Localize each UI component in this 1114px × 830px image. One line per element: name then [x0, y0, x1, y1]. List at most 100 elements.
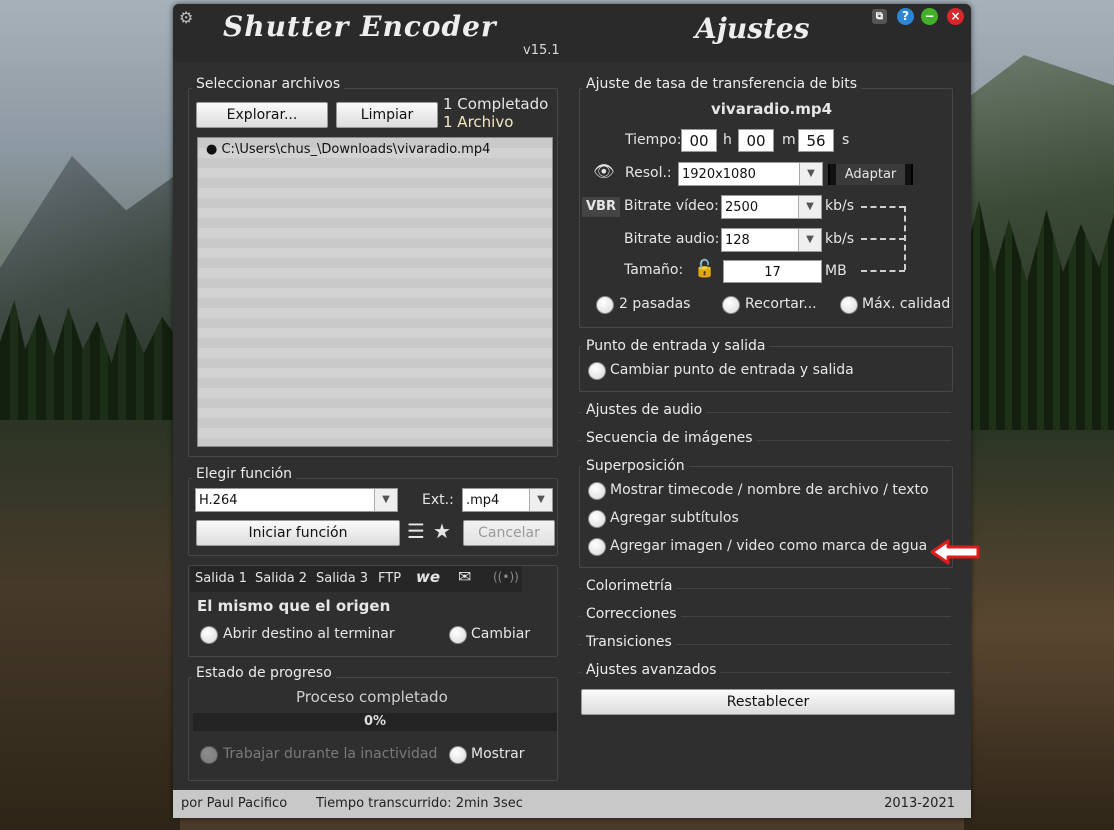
browse-button[interactable]: Explorar... — [196, 102, 328, 128]
resolution-label: Resol.: — [625, 165, 672, 181]
progress-bar: 0% — [193, 713, 557, 731]
resolution-select[interactable]: 1920x1080 ▼ — [678, 162, 823, 186]
ext-select[interactable]: .mp4 ▼ — [462, 488, 553, 512]
progress-percent: 0% — [363, 714, 387, 729]
inout-section-title: Punto de entrada y salida — [582, 338, 770, 354]
minutes-unit: m — [782, 132, 796, 148]
adapt-button-frame: Adaptar — [828, 164, 913, 185]
window-icon[interactable]: ⧉ — [872, 9, 887, 24]
clear-button[interactable]: Limpiar — [336, 102, 438, 128]
overlay-timecode-radio[interactable] — [588, 482, 606, 500]
close-icon[interactable]: × — [947, 8, 964, 25]
change-destination-radio[interactable] — [449, 626, 467, 644]
ext-label: Ext.: — [422, 492, 454, 508]
ext-selected: .mp4 — [466, 493, 500, 508]
function-selected: H.264 — [199, 493, 238, 508]
list-item[interactable]: ● C:\Users\chus_\Downloads\vivaradio.mp4 — [206, 142, 490, 157]
unlock-icon[interactable]: 🔓 — [694, 259, 715, 279]
progress-status: Proceso completado — [296, 688, 448, 706]
tab-ftp[interactable]: FTP — [378, 571, 401, 586]
elapsed-time: Tiempo transcurrido: 2min 3sec — [316, 796, 523, 811]
adapt-button[interactable]: Adaptar — [836, 164, 905, 185]
time-label: Tiempo: — [625, 132, 682, 148]
bitrate-section-title: Ajuste de tasa de transferencia de bits — [582, 76, 862, 92]
show-label: Mostrar — [471, 746, 525, 762]
open-on-finish-radio[interactable] — [200, 626, 218, 644]
stream-icon[interactable]: ((•)) — [493, 570, 519, 584]
arrow-left-icon — [930, 539, 980, 565]
overlay-watermark-radio[interactable] — [588, 538, 606, 556]
files-section-title: Seleccionar archivos — [192, 76, 345, 92]
tab-output-1[interactable]: Salida 1 — [195, 571, 247, 586]
link-dash-vertical — [904, 206, 906, 270]
seconds-unit: s — [842, 132, 850, 148]
minutes-field[interactable]: 00 — [738, 129, 774, 152]
advanced-section-title[interactable]: Ajustes avanzados — [582, 662, 721, 678]
colorimetry-section-title[interactable]: Colorimetría — [582, 578, 677, 594]
two-pass-radio[interactable] — [596, 296, 614, 314]
size-label: Tamaño: — [624, 262, 684, 278]
resolution-selected: 1920x1080 — [682, 167, 756, 182]
image-sequence-section-title[interactable]: Secuencia de imágenes — [582, 430, 757, 446]
menu-icon[interactable]: ☰ — [407, 519, 425, 543]
title-bar[interactable]: ⚙ Shutter Encoder v15.1 Ajustes ⧉ ? − × — [173, 4, 971, 62]
file-list[interactable]: ● C:\Users\chus_\Downloads\vivaradio.mp4 — [197, 137, 553, 447]
function-section-title: Elegir función — [192, 466, 297, 482]
chevron-down-icon[interactable]: ▼ — [529, 489, 552, 511]
cancel-button[interactable]: Cancelar — [463, 520, 555, 546]
corrections-section-title[interactable]: Correcciones — [582, 606, 681, 622]
inout-label: Cambiar punto de entrada y salida — [610, 362, 854, 378]
tab-output-2[interactable]: Salida 2 — [255, 571, 307, 586]
transitions-section-title[interactable]: Transiciones — [582, 634, 676, 650]
wetransfer-icon[interactable]: we — [416, 568, 440, 586]
vbr-toggle[interactable]: VBR — [582, 197, 620, 217]
destination-text: El mismo que el origen — [197, 597, 391, 615]
chevron-down-icon[interactable]: ▼ — [798, 229, 821, 251]
chevron-down-icon[interactable]: ▼ — [374, 489, 397, 511]
star-icon[interactable]: ★ — [433, 519, 451, 543]
chevron-down-icon[interactable]: ▼ — [798, 196, 821, 218]
link-dash-audio — [861, 238, 905, 240]
eye-icon[interactable]: 👁 — [593, 162, 615, 182]
overlay-subtitles-radio[interactable] — [588, 510, 606, 528]
bullet-icon: ● — [206, 142, 218, 157]
chevron-down-icon[interactable]: ▼ — [799, 163, 822, 185]
tab-output-3[interactable]: Salida 3 — [316, 571, 368, 586]
reset-button[interactable]: Restablecer — [581, 689, 955, 715]
overlay-subtitles-label: Agregar subtítulos — [610, 510, 739, 526]
hours-field[interactable]: 00 — [681, 129, 717, 152]
idle-radio[interactable] — [200, 746, 218, 764]
link-dash-size — [861, 270, 905, 272]
hours-unit: h — [723, 132, 732, 148]
copyright-years: 2013-2021 — [884, 796, 955, 811]
size-unit: MB — [825, 263, 847, 279]
inout-radio[interactable] — [588, 362, 606, 380]
red-arrow-annotation — [930, 539, 980, 565]
function-select[interactable]: H.264 ▼ — [195, 488, 398, 512]
video-bitrate-select[interactable]: 2500 ▼ — [721, 195, 822, 219]
max-quality-radio[interactable] — [840, 296, 858, 314]
trim-radio[interactable] — [722, 296, 740, 314]
trim-label: Recortar... — [745, 296, 817, 312]
app-window: ⚙ Shutter Encoder v15.1 Ajustes ⧉ ? − × … — [173, 4, 971, 818]
audio-bitrate-value: 128 — [725, 233, 750, 248]
background-shore-right — [964, 430, 1114, 830]
idle-label: Trabajar durante la inactividad — [223, 746, 438, 762]
minimize-icon[interactable]: − — [921, 8, 938, 25]
audio-bitrate-select[interactable]: 128 ▼ — [721, 228, 822, 252]
completed-count: 1 Completado — [443, 95, 549, 113]
size-field[interactable]: 17 — [723, 260, 822, 283]
seconds-field[interactable]: 56 — [798, 129, 834, 152]
overlay-watermark-label: Agregar imagen / video como marca de agu… — [610, 538, 928, 554]
gear-icon[interactable]: ⚙ — [179, 8, 193, 27]
link-dash-video — [861, 206, 905, 208]
start-function-button[interactable]: Iniciar función — [196, 520, 400, 546]
file-path: C:\Users\chus_\Downloads\vivaradio.mp4 — [221, 142, 491, 157]
help-icon[interactable]: ? — [897, 8, 914, 25]
app-title: Shutter Encoder — [223, 10, 497, 43]
show-radio[interactable] — [449, 746, 467, 764]
mail-icon[interactable]: ✉ — [458, 567, 471, 586]
audio-section-title[interactable]: Ajustes de audio — [582, 402, 707, 418]
panel-title: Ajustes — [695, 12, 810, 45]
max-quality-label: Máx. calidad — [862, 296, 951, 312]
